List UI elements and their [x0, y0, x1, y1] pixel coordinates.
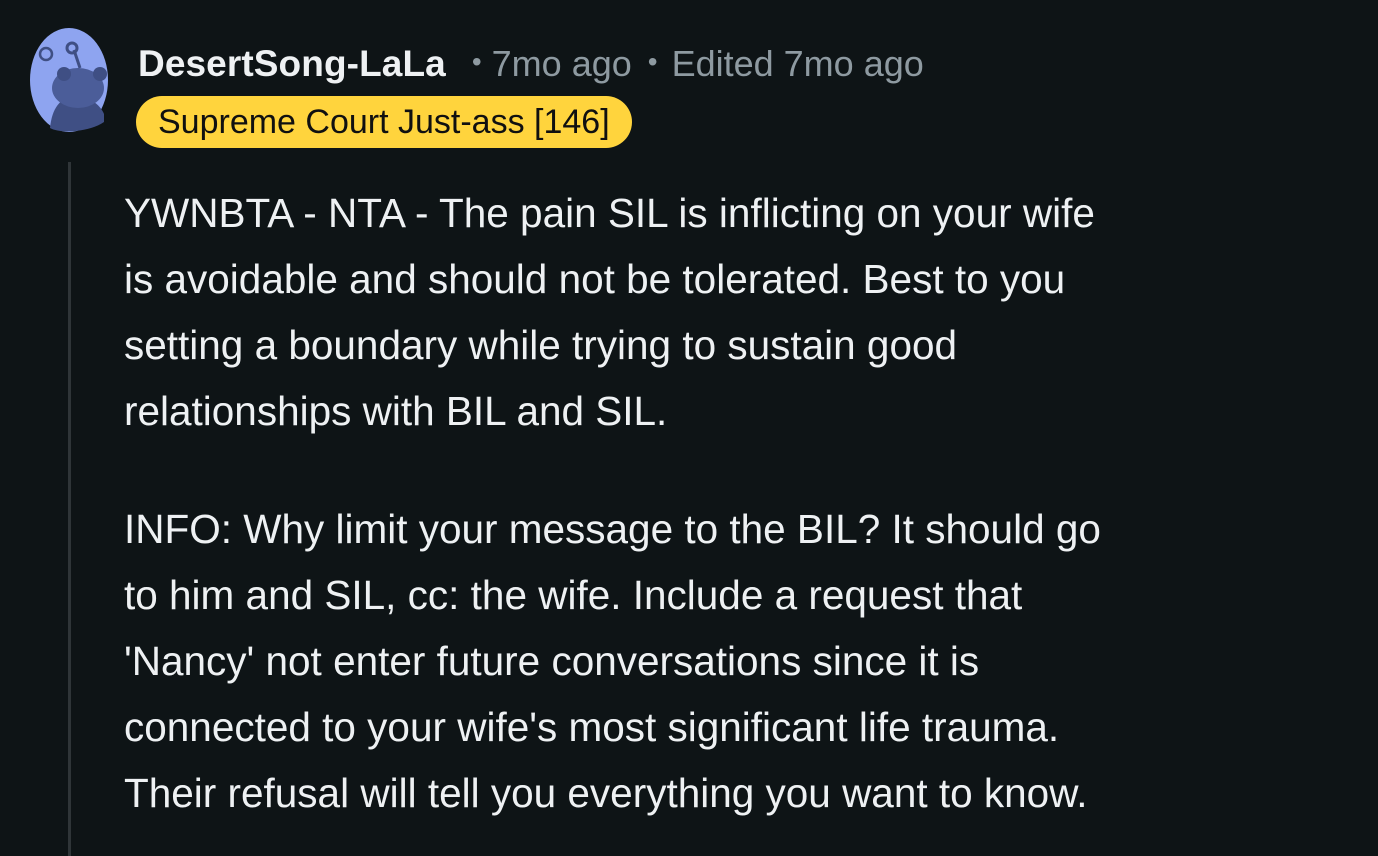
- edited-timestamp: Edited 7mo ago: [671, 43, 924, 84]
- comment-text-line: Their refusal will tell you everything y…: [124, 770, 1088, 816]
- comment-text-line: relationships with BIL and SIL.: [124, 388, 668, 434]
- comment-paragraph: INFO: Why limit your message to the BIL?…: [124, 496, 1344, 826]
- comment-author[interactable]: DesertSong-LaLa: [138, 43, 446, 85]
- comment-timestamp[interactable]: 7mo ago: [492, 43, 632, 85]
- meta-separator: •: [647, 46, 658, 77]
- reddit-snoo-avatar-icon: [30, 28, 108, 132]
- meta-separator: •: [471, 46, 482, 77]
- comment-text-line: YWNBTA - NTA - The pain SIL is inflictin…: [124, 190, 1095, 236]
- comment-paragraph: YWNBTA - NTA - The pain SIL is inflictin…: [124, 180, 1344, 444]
- comment-text-line: setting a boundary while trying to susta…: [124, 322, 958, 368]
- comment-text-line: 'Nancy' not enter future conversations s…: [124, 638, 980, 684]
- comment-text-line: INFO: Why limit your message to the BIL?…: [124, 506, 1101, 552]
- comment-text-line: connected to your wife's most significan…: [124, 704, 1060, 750]
- comment-header: DesertSong-LaLa • 7mo ago • Edited 7mo a…: [138, 40, 924, 88]
- comment-body: YWNBTA - NTA - The pain SIL is inflictin…: [124, 180, 1344, 826]
- comment-text-line: is avoidable and should not be tolerated…: [124, 256, 1066, 302]
- avatar[interactable]: [30, 28, 108, 132]
- thread-line[interactable]: [68, 162, 71, 856]
- comment-text-line: to him and SIL, cc: the wife. Include a …: [124, 572, 1023, 618]
- user-flair: Supreme Court Just-ass [146]: [136, 96, 632, 148]
